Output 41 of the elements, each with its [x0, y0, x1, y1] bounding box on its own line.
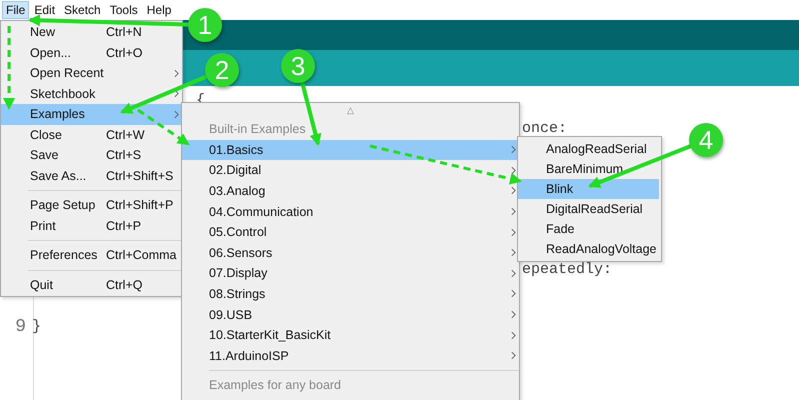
code-text: epeatedly:	[522, 262, 612, 278]
menu-item[interactable]: Page Setup Ctrl+Shift+P	[1, 195, 182, 216]
menu-bar-item[interactable]: Sketch	[60, 1, 105, 19]
menu-item[interactable]: Open... Ctrl+O	[1, 42, 182, 63]
menu-section-header: Built-in Examples	[209, 122, 306, 136]
menu-bar-item[interactable]: Edit	[30, 1, 60, 19]
menu-item[interactable]: Close Ctrl+W	[1, 124, 182, 145]
menu-item[interactable]: 01.Basics	[182, 140, 519, 160]
code-text: }	[32, 319, 42, 334]
menu-item[interactable]: 05.Control	[182, 222, 519, 242]
menu-item[interactable]: Preferences Ctrl+Comma	[1, 245, 182, 266]
menu-bar-item[interactable]: File	[2, 1, 30, 19]
menu-item[interactable]: Quit Ctrl+Q	[1, 274, 182, 295]
menu-item[interactable]: Fade	[518, 219, 659, 239]
menu-item[interactable]: 11.ArduinoISP	[182, 345, 519, 366]
menu-section-header: Examples for any board	[209, 378, 342, 392]
menu-item[interactable]: Open Recent	[1, 63, 182, 84]
menu-item[interactable]: AnalogReadSerial	[518, 139, 659, 159]
menu-bar-item[interactable]: Tools	[106, 1, 142, 19]
menu-bar-item[interactable]: Help	[142, 1, 176, 19]
menu-item[interactable]: Sketchbook	[1, 84, 182, 104]
menu-item[interactable]: 02.Digital	[182, 160, 519, 181]
menu-item[interactable]: 07.Display	[182, 263, 519, 284]
menu-item[interactable]: 08.Strings	[182, 284, 519, 304]
menu-item[interactable]: Save As... Ctrl+Shift+S	[1, 166, 182, 186]
menu-item[interactable]: New Ctrl+N	[1, 22, 182, 42]
menu-item[interactable]: 04.Communication	[182, 201, 519, 222]
menu-item[interactable]: DigitalReadSerial	[518, 199, 659, 219]
step-number-badge: 4	[689, 123, 723, 157]
menu-item[interactable]: 03.Analog	[182, 180, 519, 202]
menu-item[interactable]: Save Ctrl+S	[1, 145, 182, 166]
menu-item[interactable]: Blink	[518, 179, 659, 199]
menu-item[interactable]: ReadAnalogVoltage	[518, 239, 659, 259]
menu-item[interactable]: Examples	[1, 104, 182, 124]
menu-item[interactable]: BareMinimum	[518, 159, 659, 179]
menu-item[interactable]: 09.USB	[182, 304, 519, 325]
line-number: 9	[15, 316, 26, 337]
menu-item[interactable]: 10.StarterKit_BasicKit	[182, 324, 519, 346]
menu-item[interactable]: Print Ctrl+P	[1, 216, 182, 236]
code-text: once:	[522, 120, 568, 136]
menu-item[interactable]: 06.Sensors	[182, 242, 519, 264]
